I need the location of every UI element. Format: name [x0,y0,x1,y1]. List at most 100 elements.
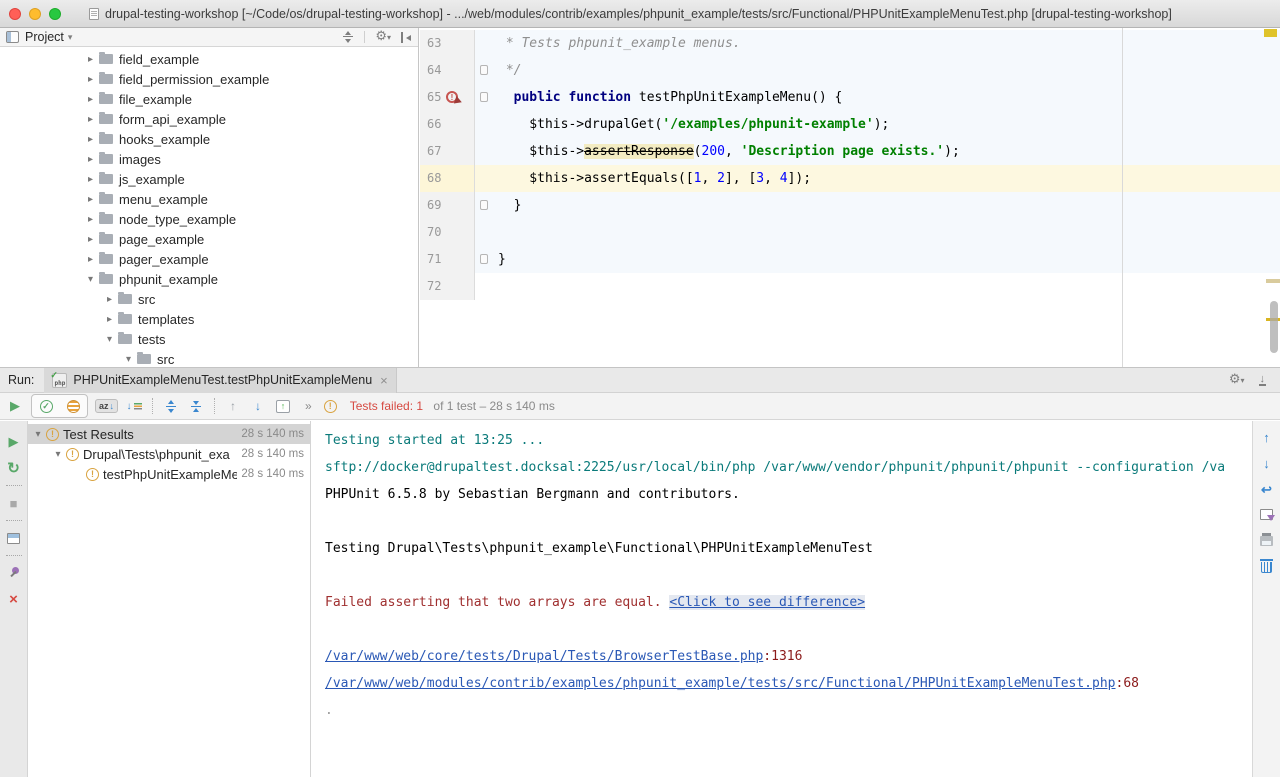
next-occurrence-button[interactable]: ↓ [249,396,267,416]
console-text: :1316 [763,649,802,664]
restore-layout-button[interactable] [0,525,27,551]
failed-test-icon[interactable]: ! [446,91,458,103]
scroll-to-end-button[interactable] [1260,509,1273,520]
collapse-all-button[interactable] [187,396,205,416]
previous-occurrence-button[interactable]: ↑ [224,396,242,416]
project-tree-item-phpunit_example[interactable]: ▾phpunit_example [0,269,418,289]
fold-marker-icon[interactable] [480,254,488,264]
test-console-output[interactable]: Testing started at 13:25 ...sftp://docke… [311,421,1252,777]
chevron-right-icon[interactable]: ▸ [84,74,97,85]
chevron-right-icon[interactable]: ▸ [84,194,97,205]
down-stack-trace-button[interactable]: ↓ [1263,457,1270,470]
editor-line-68[interactable]: 68 $this->assertEquals([1, 2], [3, 4]); [420,165,1280,192]
project-tree-item-hooks_example[interactable]: ▸hooks_example [0,129,418,149]
rerun-button[interactable]: ▶ [6,396,24,416]
project-tree-item-form_api_example[interactable]: ▸form_api_example [0,109,418,129]
more-actions-chevron[interactable]: » [305,399,311,413]
print-button[interactable] [1260,536,1273,546]
project-tree-item-images[interactable]: ▸images [0,149,418,169]
stop-button[interactable]: ■ [0,490,27,516]
hide-tool-window-icon[interactable]: ↓ [1259,375,1267,386]
close-window-button[interactable] [9,8,21,20]
project-tree-item-src[interactable]: ▸src [0,289,418,309]
editor-scrollbar[interactable] [1270,301,1278,353]
hide-panel-icon[interactable] [401,32,412,43]
chevron-down-icon[interactable]: ▾ [84,274,97,285]
project-tree-item-file_example[interactable]: ▸file_example [0,89,418,109]
console-text: . [325,703,333,718]
fold-column [475,57,495,84]
show-ignored-button[interactable] [64,396,82,416]
pin-tab-button[interactable] [0,560,27,586]
project-tree-item-menu_example[interactable]: ▸menu_example [0,189,418,209]
import-test-results-button[interactable]: ↑ [274,396,292,416]
test-tree-item[interactable]: !testPhpUnitExampleMe28 s 140 ms [28,464,310,484]
up-stack-trace-button[interactable]: ↑ [1263,431,1270,444]
inspection-status-marker[interactable] [1264,29,1277,37]
test-tree-item[interactable]: ▾!Drupal\Tests\phpunit_exa28 s 140 ms [28,444,310,464]
close-panel-button[interactable]: × [0,586,27,612]
expand-collapse-icon[interactable] [342,31,354,43]
project-tree-item-node_type_example[interactable]: ▸node_type_example [0,209,418,229]
project-tree-item-page_example[interactable]: ▸page_example [0,229,418,249]
error-stripe-mark[interactable] [1266,279,1280,283]
soft-wrap-button[interactable]: ↩ [1261,483,1272,496]
chevron-right-icon[interactable]: ▸ [84,234,97,245]
sort-alphabetically-button[interactable]: az↓ [95,396,118,416]
editor-line-65[interactable]: 65! public function testPhpUnitExampleMe… [420,84,1280,111]
close-icon[interactable]: × [380,373,388,388]
minimize-window-button[interactable] [29,8,41,20]
chevron-right-icon[interactable]: ▸ [84,94,97,105]
project-tree-item-pager_example[interactable]: ▸pager_example [0,249,418,269]
chevron-down-icon[interactable]: ▾ [52,449,64,460]
chevron-right-icon[interactable]: ▸ [103,314,116,325]
chevron-right-icon[interactable]: ▸ [84,114,97,125]
gear-icon[interactable]: ⚙▾ [375,30,391,44]
chevron-down-icon[interactable]: ▾ [103,334,116,345]
chevron-right-icon[interactable]: ▸ [84,54,97,65]
editor-line-71[interactable]: 71} [420,246,1280,273]
tests-summary-status: of 1 test – 28 s 140 ms [430,399,555,413]
console-hyperlink[interactable]: <Click to see difference> [669,595,865,610]
chevron-right-icon[interactable]: ▸ [84,174,97,185]
chevron-right-icon[interactable]: ▸ [84,254,97,265]
expand-all-button[interactable] [162,396,180,416]
test-tree-item[interactable]: ▾!Test Results28 s 140 ms [28,424,310,444]
folder-icon [99,134,113,144]
project-tree-item-templates[interactable]: ▸templates [0,309,418,329]
console-hyperlink[interactable]: /var/www/web/core/tests/Drupal/Tests/Bro… [325,649,763,664]
chevron-down-icon[interactable]: ▾ [32,429,44,440]
fold-marker-icon[interactable] [480,200,488,210]
editor-line-66[interactable]: 66 $this->drupalGet('/examples/phpunit-e… [420,111,1280,138]
console-hyperlink[interactable]: /var/www/web/modules/contrib/examples/ph… [325,676,1116,691]
toggle-auto-test-button[interactable]: ↻ [0,455,27,481]
chevron-down-icon[interactable]: ▾ [122,354,135,365]
code-editor[interactable]: 63 * Tests phpunit_example menus.64 */65… [420,28,1280,367]
editor-line-69[interactable]: 69 } [420,192,1280,219]
editor-line-72[interactable]: 72 [420,273,1280,300]
fold-marker-icon[interactable] [480,65,488,75]
editor-line-70[interactable]: 70 [420,219,1280,246]
editor-line-63[interactable]: 63 * Tests phpunit_example menus. [420,30,1280,57]
project-tree-item-src[interactable]: ▾src [0,349,418,369]
fold-marker-icon[interactable] [480,92,488,102]
project-tree-item-js_example[interactable]: ▸js_example [0,169,418,189]
chevron-right-icon[interactable]: ▸ [103,294,116,305]
divider [214,398,215,414]
project-tree-item-field_permission_example[interactable]: ▸field_permission_example [0,69,418,89]
clear-console-button[interactable] [1261,562,1272,573]
project-tree-item-tests[interactable]: ▾tests [0,329,418,349]
project-tree-item-field_example[interactable]: ▸field_example [0,49,418,69]
run-configuration-tab[interactable]: ✓php PHPUnitExampleMenuTest.testPhpUnitE… [44,368,396,393]
chevron-down-icon[interactable]: ▾ [68,32,73,43]
show-passed-button[interactable]: ✓ [37,396,55,416]
sort-by-duration-button[interactable]: ↓ [125,396,143,416]
chevron-right-icon[interactable]: ▸ [84,154,97,165]
chevron-right-icon[interactable]: ▸ [84,134,97,145]
rerun-failed-tests-button[interactable]: ▶ [0,429,27,455]
zoom-window-button[interactable] [49,8,61,20]
editor-line-64[interactable]: 64 */ [420,57,1280,84]
editor-line-67[interactable]: 67 $this->assertResponse(200, 'Descripti… [420,138,1280,165]
chevron-right-icon[interactable]: ▸ [84,214,97,225]
gear-icon[interactable]: ⚙▾ [1229,373,1245,387]
